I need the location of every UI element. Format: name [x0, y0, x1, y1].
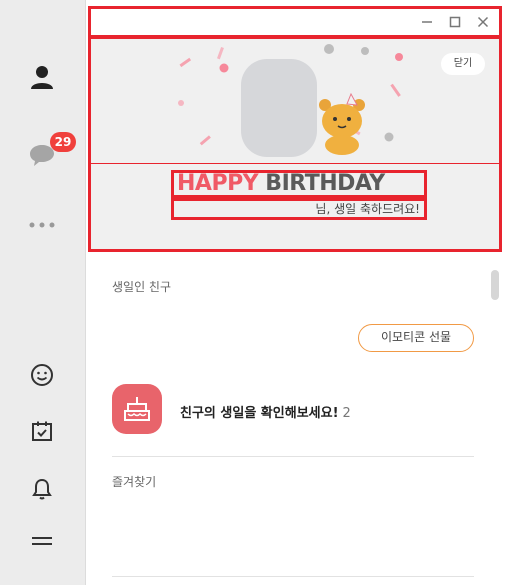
more-dots-icon — [29, 222, 55, 228]
window-titlebar — [88, 6, 502, 38]
close-window-button[interactable] — [474, 13, 492, 31]
menu-button[interactable] — [23, 522, 61, 560]
happy-text: HAPPY — [177, 171, 259, 196]
bottom-divider — [112, 576, 474, 577]
cake-icon — [124, 397, 150, 421]
character-sticker — [319, 93, 365, 155]
birthday-banner: 닫기 — [88, 36, 502, 166]
chat-unread-badge: 29 — [50, 132, 76, 152]
friends-tab[interactable] — [23, 58, 61, 96]
happy-birthday-title: HAPPY BIRTHDAY — [171, 170, 427, 198]
birthday-message-area: HAPPY BIRTHDAY 님, 생일 축하드려요! — [88, 164, 502, 252]
friend-count: 2 — [342, 406, 351, 421]
profile-photo — [241, 59, 317, 157]
main-panel: 닫기 HAPPY BIRTHDAY 님, 생일 축하드려요! 생일인 친구 이모… — [86, 0, 506, 585]
smiley-icon — [31, 364, 53, 386]
person-icon — [31, 66, 53, 89]
notifications-button[interactable] — [23, 470, 61, 508]
calendar-check-icon — [32, 421, 52, 441]
calendar-button[interactable] — [23, 412, 61, 450]
maximize-button[interactable] — [446, 13, 464, 31]
banner-close-button[interactable]: 닫기 — [441, 53, 485, 75]
favorites-section-label: 즐겨찾기 — [112, 475, 157, 489]
scrollbar-thumb[interactable] — [491, 270, 499, 300]
birthday-cake-tile[interactable] — [112, 384, 162, 434]
birthday-message: 님, 생일 축하드려요! — [171, 198, 427, 220]
friend-birthday-row[interactable]: 친구의 생일을 확인해보세요! 2 — [180, 402, 351, 421]
section-divider — [112, 456, 474, 457]
friend-birthday-prompt: 친구의 생일을 확인해보세요! — [180, 406, 339, 421]
bell-icon — [32, 478, 52, 500]
emoticon-gift-button[interactable]: 이모티콘 선물 — [358, 324, 474, 352]
minimize-button[interactable] — [418, 13, 436, 31]
more-tab[interactable] — [23, 206, 61, 244]
emoticon-button[interactable] — [23, 356, 61, 394]
minimize-icon — [422, 21, 432, 23]
birthday-text: BIRTHDAY — [265, 171, 385, 196]
close-icon — [477, 16, 489, 28]
hamburger-menu-icon — [32, 537, 52, 545]
birthday-section-label: 생일인 친구 — [112, 280, 172, 294]
maximize-icon — [449, 16, 461, 28]
sidebar: 29 — [0, 0, 86, 585]
